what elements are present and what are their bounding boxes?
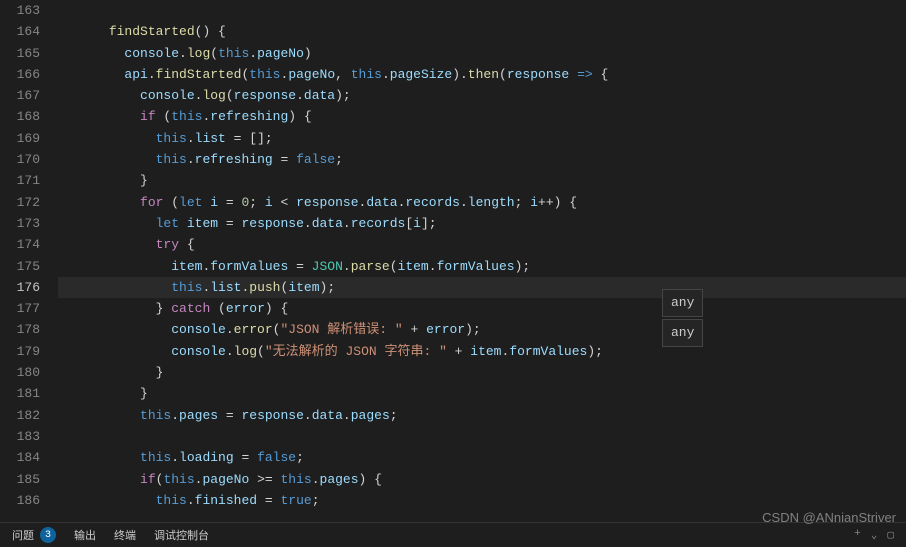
line-number: 182 [0, 405, 40, 426]
code-line[interactable]: if (this.refreshing) { [58, 106, 906, 127]
code-line[interactable]: this.list.push(item); [58, 277, 906, 298]
panel-tab-problems[interactable]: 问题 3 [12, 527, 56, 543]
terminal-icon[interactable]: ▢ [887, 528, 894, 542]
panel-tab-label: 输出 [74, 527, 96, 543]
line-number: 171 [0, 170, 40, 191]
line-number: 173 [0, 213, 40, 234]
line-number: 181 [0, 383, 40, 404]
code-line[interactable]: this.pages = response.data.pages; [58, 405, 906, 426]
code-line[interactable]: for (let i = 0; i < response.data.record… [58, 192, 906, 213]
line-number: 178 [0, 319, 40, 340]
code-line[interactable]: item.formValues = JSON.parse(item.formVa… [58, 256, 906, 277]
panel-right-icons: + ⌄ ▢ [854, 528, 894, 542]
line-number: 183 [0, 426, 40, 447]
line-number: 186 [0, 490, 40, 511]
code-line[interactable]: } catch (error) { [58, 298, 906, 319]
line-number: 184 [0, 447, 40, 468]
hover-tooltip-type: any [662, 289, 703, 317]
line-number: 177 [0, 298, 40, 319]
hover-tooltip-type: any [662, 319, 703, 347]
line-number: 179 [0, 341, 40, 362]
code-line[interactable] [58, 0, 906, 21]
code-line[interactable]: if(this.pageNo >= this.pages) { [58, 469, 906, 490]
line-number: 167 [0, 85, 40, 106]
problems-count-badge: 3 [40, 527, 56, 543]
code-line[interactable]: console.log(this.pageNo) [58, 43, 906, 64]
panel-tab-terminal[interactable]: 终端 [114, 527, 136, 543]
line-number: 169 [0, 128, 40, 149]
watermark-text: CSDN @ANnianStriver [762, 510, 896, 525]
code-line[interactable] [58, 426, 906, 447]
code-line[interactable]: console.error("JSON 解析错误: " + error); [58, 319, 906, 340]
code-area[interactable]: any any findStarted() { console.log(this… [58, 0, 906, 522]
panel-tab-output[interactable]: 输出 [74, 527, 96, 543]
line-number: 175 [0, 256, 40, 277]
code-line[interactable]: console.log(response.data); [58, 85, 906, 106]
code-line[interactable]: this.refreshing = false; [58, 149, 906, 170]
code-line[interactable]: api.findStarted(this.pageNo, this.pageSi… [58, 64, 906, 85]
code-line[interactable]: findStarted() { [58, 21, 906, 42]
code-line[interactable]: this.list = []; [58, 128, 906, 149]
new-terminal-icon[interactable]: + [854, 528, 861, 542]
line-number: 165 [0, 43, 40, 64]
line-number: 180 [0, 362, 40, 383]
panel-tab-label: 调试控制台 [154, 527, 209, 543]
line-number: 185 [0, 469, 40, 490]
chevron-down-icon[interactable]: ⌄ [871, 528, 878, 542]
code-line[interactable]: try { [58, 234, 906, 255]
code-line[interactable]: console.log("无法解析的 JSON 字符串: " + item.fo… [58, 341, 906, 362]
panel-tab-label: 终端 [114, 527, 136, 543]
line-number: 172 [0, 192, 40, 213]
bottom-panel: 问题 3 输出 终端 调试控制台 + ⌄ ▢ [0, 522, 906, 547]
code-line[interactable]: this.loading = false; [58, 447, 906, 468]
code-line[interactable]: let item = response.data.records[i]; [58, 213, 906, 234]
line-number-gutter: 1631641651661671681691701711721731741751… [0, 0, 58, 522]
panel-tab-label: 问题 [12, 527, 34, 543]
code-line[interactable]: } [58, 383, 906, 404]
panel-tab-debug-console[interactable]: 调试控制台 [154, 527, 209, 543]
line-number: 176 [0, 277, 40, 298]
line-number: 164 [0, 21, 40, 42]
code-line[interactable]: } [58, 362, 906, 383]
line-number: 168 [0, 106, 40, 127]
line-number: 166 [0, 64, 40, 85]
line-number: 174 [0, 234, 40, 255]
code-line[interactable]: } [58, 170, 906, 191]
line-number: 163 [0, 0, 40, 21]
editor-container: 1631641651661671681691701711721731741751… [0, 0, 906, 522]
line-number: 170 [0, 149, 40, 170]
code-line[interactable]: this.finished = true; [58, 490, 906, 511]
